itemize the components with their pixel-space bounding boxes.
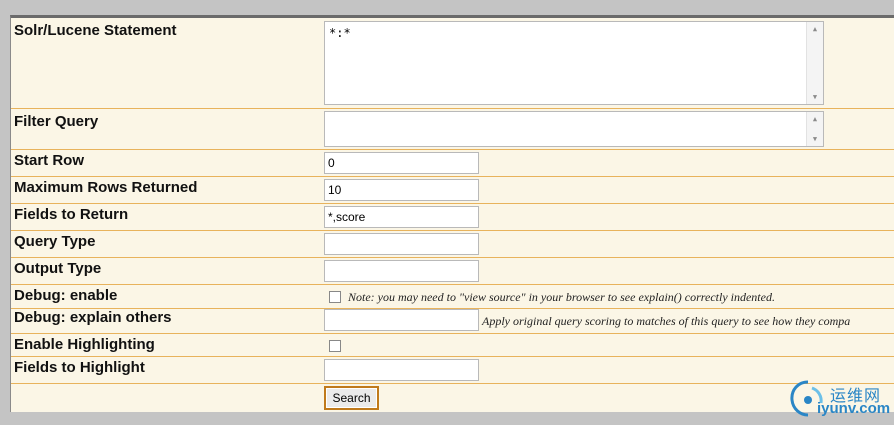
debug-explain-label: Debug: explain others [14, 309, 172, 326]
query-type-input[interactable] [324, 233, 479, 255]
row-solr-statement: Solr/Lucene Statement *:* ▲ ▼ [11, 18, 894, 109]
fields-highlight-input[interactable] [324, 359, 479, 381]
debug-enable-checkbox[interactable] [329, 291, 341, 303]
highlighting-label: Enable Highlighting [14, 336, 155, 353]
debug-explain-input[interactable] [324, 309, 479, 331]
row-max-rows: Maximum Rows Returned 10 [11, 177, 894, 204]
row-filter-query: Filter Query ▲ ▼ [11, 109, 894, 150]
row-fields-highlight: Fields to Highlight [11, 357, 894, 384]
row-output-type: Output Type [11, 258, 894, 285]
solr-statement-value: *:* [329, 26, 351, 40]
filter-query-label: Filter Query [14, 113, 99, 130]
watermark-url-text: iyunv.com [817, 400, 891, 417]
fields-highlight-label: Fields to Highlight [14, 359, 145, 376]
row-query-type: Query Type [11, 231, 894, 258]
fields-return-input[interactable]: *,score [324, 206, 479, 228]
row-highlighting: Enable Highlighting [11, 334, 894, 357]
row-debug-enable: Debug: enable Note: you may need to "vie… [11, 285, 894, 309]
output-type-label: Output Type [14, 260, 102, 277]
max-rows-label: Maximum Rows Returned [14, 179, 198, 196]
scroll-down-icon[interactable]: ▼ [807, 132, 823, 146]
scroll-down-icon[interactable]: ▼ [807, 90, 823, 104]
max-rows-input[interactable]: 10 [324, 179, 479, 201]
start-row-label: Start Row [14, 152, 85, 169]
filter-query-scrollbar[interactable]: ▲ ▼ [806, 112, 823, 146]
solr-statement-scrollbar[interactable]: ▲ ▼ [806, 22, 823, 104]
query-type-label: Query Type [14, 233, 96, 250]
debug-enable-note: Note: you may need to "view source" in y… [348, 290, 775, 304]
solr-statement-textarea[interactable]: *:* ▲ ▼ [324, 21, 824, 105]
highlighting-checkbox[interactable] [329, 340, 341, 352]
search-button[interactable]: Search [324, 386, 379, 410]
scroll-up-icon[interactable]: ▲ [807, 112, 823, 126]
row-search: Search [11, 384, 894, 412]
start-row-input[interactable]: 0 [324, 152, 479, 174]
debug-enable-label: Debug: enable [14, 287, 118, 304]
row-start-row: Start Row 0 [11, 150, 894, 177]
debug-explain-note: Apply original query scoring to matches … [482, 314, 851, 328]
scroll-up-icon[interactable]: ▲ [807, 22, 823, 36]
row-fields-return: Fields to Return *,score [11, 204, 894, 231]
query-form: Solr/Lucene Statement *:* ▲ ▼ Filter Que… [10, 15, 894, 412]
fields-return-label: Fields to Return [14, 206, 129, 223]
filter-query-textarea[interactable]: ▲ ▼ [324, 111, 824, 147]
row-debug-explain: Debug: explain others Apply original que… [11, 309, 894, 334]
solr-statement-label: Solr/Lucene Statement [14, 22, 177, 39]
output-type-input[interactable] [324, 260, 479, 282]
